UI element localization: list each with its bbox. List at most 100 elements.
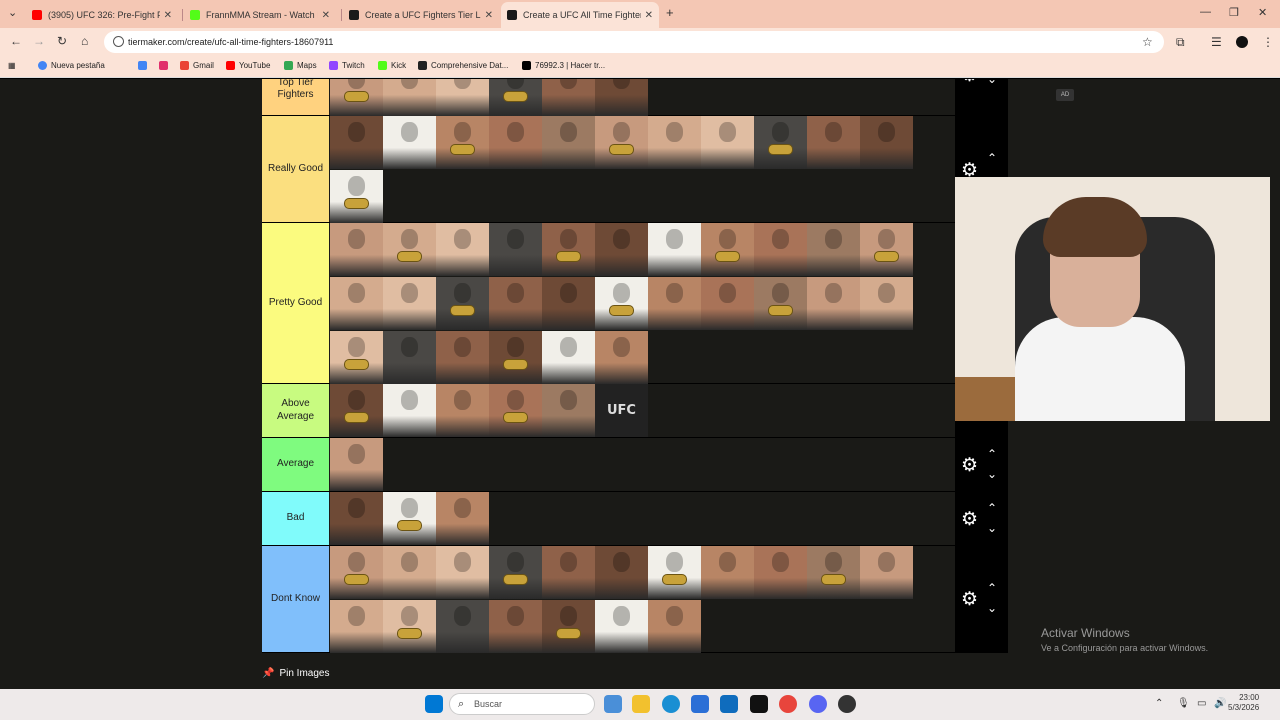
fighter-image[interactable] <box>807 277 860 330</box>
taskbar-clock[interactable]: 23:00 5/3/2026 <box>1228 693 1259 714</box>
fighter-image[interactable] <box>383 384 436 437</box>
fighter-image[interactable] <box>754 223 807 276</box>
bookmark-youtube[interactable]: YouTube <box>226 61 270 70</box>
tier-settings-gear-icon[interactable]: ⚙ <box>961 510 978 529</box>
tier-drop-zone[interactable] <box>330 223 955 384</box>
fighter-image[interactable] <box>754 277 807 330</box>
fighter-image[interactable] <box>436 223 489 276</box>
forward-icon[interactable]: → <box>33 34 45 48</box>
fighter-image[interactable] <box>436 79 489 116</box>
close-tab-icon[interactable]: ✕ <box>322 10 330 21</box>
fighter-image[interactable] <box>648 277 701 330</box>
fighter-image[interactable] <box>595 223 648 276</box>
fighter-image[interactable] <box>383 79 436 116</box>
fighter-image[interactable] <box>860 546 913 599</box>
fighter-image[interactable] <box>330 600 383 653</box>
fighter-image[interactable] <box>436 331 489 384</box>
tab-tiermaker-fighters[interactable]: Create a UFC Fighters Tier List ✕ <box>343 4 499 26</box>
bookmark-gmail[interactable]: Gmail <box>180 61 214 70</box>
fighter-image[interactable] <box>489 384 542 437</box>
profile-avatar[interactable] <box>1236 36 1248 48</box>
bookmark-twitch[interactable]: Twitch <box>329 61 365 70</box>
address-bar[interactable]: tiermaker.com/create/ufc-all-time-fighte… <box>104 31 1164 53</box>
fighter-image[interactable] <box>754 116 807 169</box>
bookmark-instagram[interactable] <box>159 61 172 70</box>
fighter-image[interactable] <box>383 546 436 599</box>
fighter-image[interactable] <box>542 277 595 330</box>
tier-settings-gear-icon[interactable]: ⚙ <box>961 590 978 609</box>
fighter-image[interactable] <box>436 277 489 330</box>
tier-settings-gear-icon[interactable]: ⚙ <box>961 456 978 475</box>
fighter-image[interactable] <box>542 79 595 116</box>
tab-kick[interactable]: FrannMMA Stream - Watch Live ✕ <box>184 4 336 26</box>
move-tier-down-icon[interactable]: ⌄ <box>987 602 997 614</box>
fighter-image[interactable] <box>595 79 648 116</box>
fighter-image[interactable] <box>701 116 754 169</box>
bookmark-hacer[interactable]: 76992.3 | Hacer tr... <box>522 61 605 70</box>
fighter-image[interactable] <box>330 331 383 384</box>
fighter-image[interactable] <box>489 331 542 384</box>
bookmark-nueva-pestana[interactable]: Nueva pestaña <box>38 61 105 70</box>
file-explorer-icon[interactable] <box>632 695 650 713</box>
bookmark-google[interactable] <box>138 61 151 70</box>
move-tier-up-icon[interactable]: ⌃ <box>987 582 997 594</box>
tier-drop-zone[interactable] <box>330 438 955 491</box>
fighter-image[interactable] <box>595 116 648 169</box>
fighter-image[interactable] <box>860 116 913 169</box>
bookmark-kick[interactable]: Kick <box>378 61 406 70</box>
fighter-image[interactable] <box>489 600 542 653</box>
minimize-button[interactable]: — <box>1200 6 1211 18</box>
chrome-icon[interactable] <box>779 695 797 713</box>
tray-chevron-icon[interactable]: ⌃ <box>1155 698 1163 709</box>
fighter-image[interactable] <box>330 116 383 169</box>
fighter-image[interactable] <box>701 223 754 276</box>
new-tab-button[interactable]: + <box>666 5 674 20</box>
obs-icon[interactable] <box>838 695 856 713</box>
fighter-image[interactable] <box>330 546 383 599</box>
move-tier-up-icon[interactable]: ⌃ <box>987 448 997 460</box>
fighter-image[interactable] <box>648 600 701 653</box>
fighter-image[interactable] <box>595 331 648 384</box>
back-icon[interactable]: ← <box>10 34 22 48</box>
reload-icon[interactable]: ↻ <box>57 34 67 48</box>
fighter-image[interactable] <box>595 546 648 599</box>
tier-drop-zone[interactable] <box>330 546 955 653</box>
tab-search-icon[interactable]: ⌄ <box>8 6 17 19</box>
tradingview-icon[interactable] <box>750 695 768 713</box>
move-tier-down-icon[interactable]: ⌄ <box>987 79 997 85</box>
bookmark-comprehensive[interactable]: Comprehensive Dat... <box>418 61 508 70</box>
store-icon[interactable] <box>691 695 709 713</box>
fighter-image[interactable] <box>330 492 383 545</box>
fighter-image[interactable] <box>489 116 542 169</box>
tier-label[interactable]: Pretty Good <box>262 223 329 383</box>
fighter-image[interactable] <box>436 116 489 169</box>
fighter-image[interactable] <box>383 223 436 276</box>
discord-icon[interactable] <box>809 695 827 713</box>
fighter-image[interactable] <box>542 546 595 599</box>
fighter-image[interactable] <box>542 384 595 437</box>
outlook-icon[interactable] <box>720 695 738 713</box>
fighter-image[interactable] <box>701 546 754 599</box>
widgets-icon[interactable] <box>604 695 622 713</box>
fighter-image[interactable] <box>489 223 542 276</box>
fighter-image[interactable] <box>330 223 383 276</box>
tier-drop-zone[interactable] <box>330 116 955 223</box>
tier-label[interactable]: Really Good <box>262 116 329 222</box>
close-tab-icon[interactable]: ✕ <box>164 10 172 21</box>
edge-icon[interactable] <box>662 695 680 713</box>
fighter-image[interactable] <box>701 277 754 330</box>
fighter-image[interactable] <box>648 223 701 276</box>
fighter-image[interactable] <box>542 223 595 276</box>
fighter-image[interactable] <box>330 170 383 223</box>
ufc-logo-tile[interactable]: UFC <box>595 384 648 437</box>
fighter-image[interactable] <box>436 546 489 599</box>
fighter-image[interactable] <box>807 223 860 276</box>
fighter-image[interactable] <box>860 277 913 330</box>
move-tier-up-icon[interactable]: ⌃ <box>987 152 997 164</box>
pin-images-toggle[interactable]: 📌 Pin Images <box>262 668 329 679</box>
fighter-image[interactable] <box>489 277 542 330</box>
close-window-button[interactable]: ✕ <box>1258 6 1267 19</box>
fighter-image[interactable] <box>807 546 860 599</box>
tab-tiermaker-all-time[interactable]: Create a UFC All Time Fighters ✕ <box>501 2 659 28</box>
tier-label[interactable]: Bad <box>262 492 329 545</box>
